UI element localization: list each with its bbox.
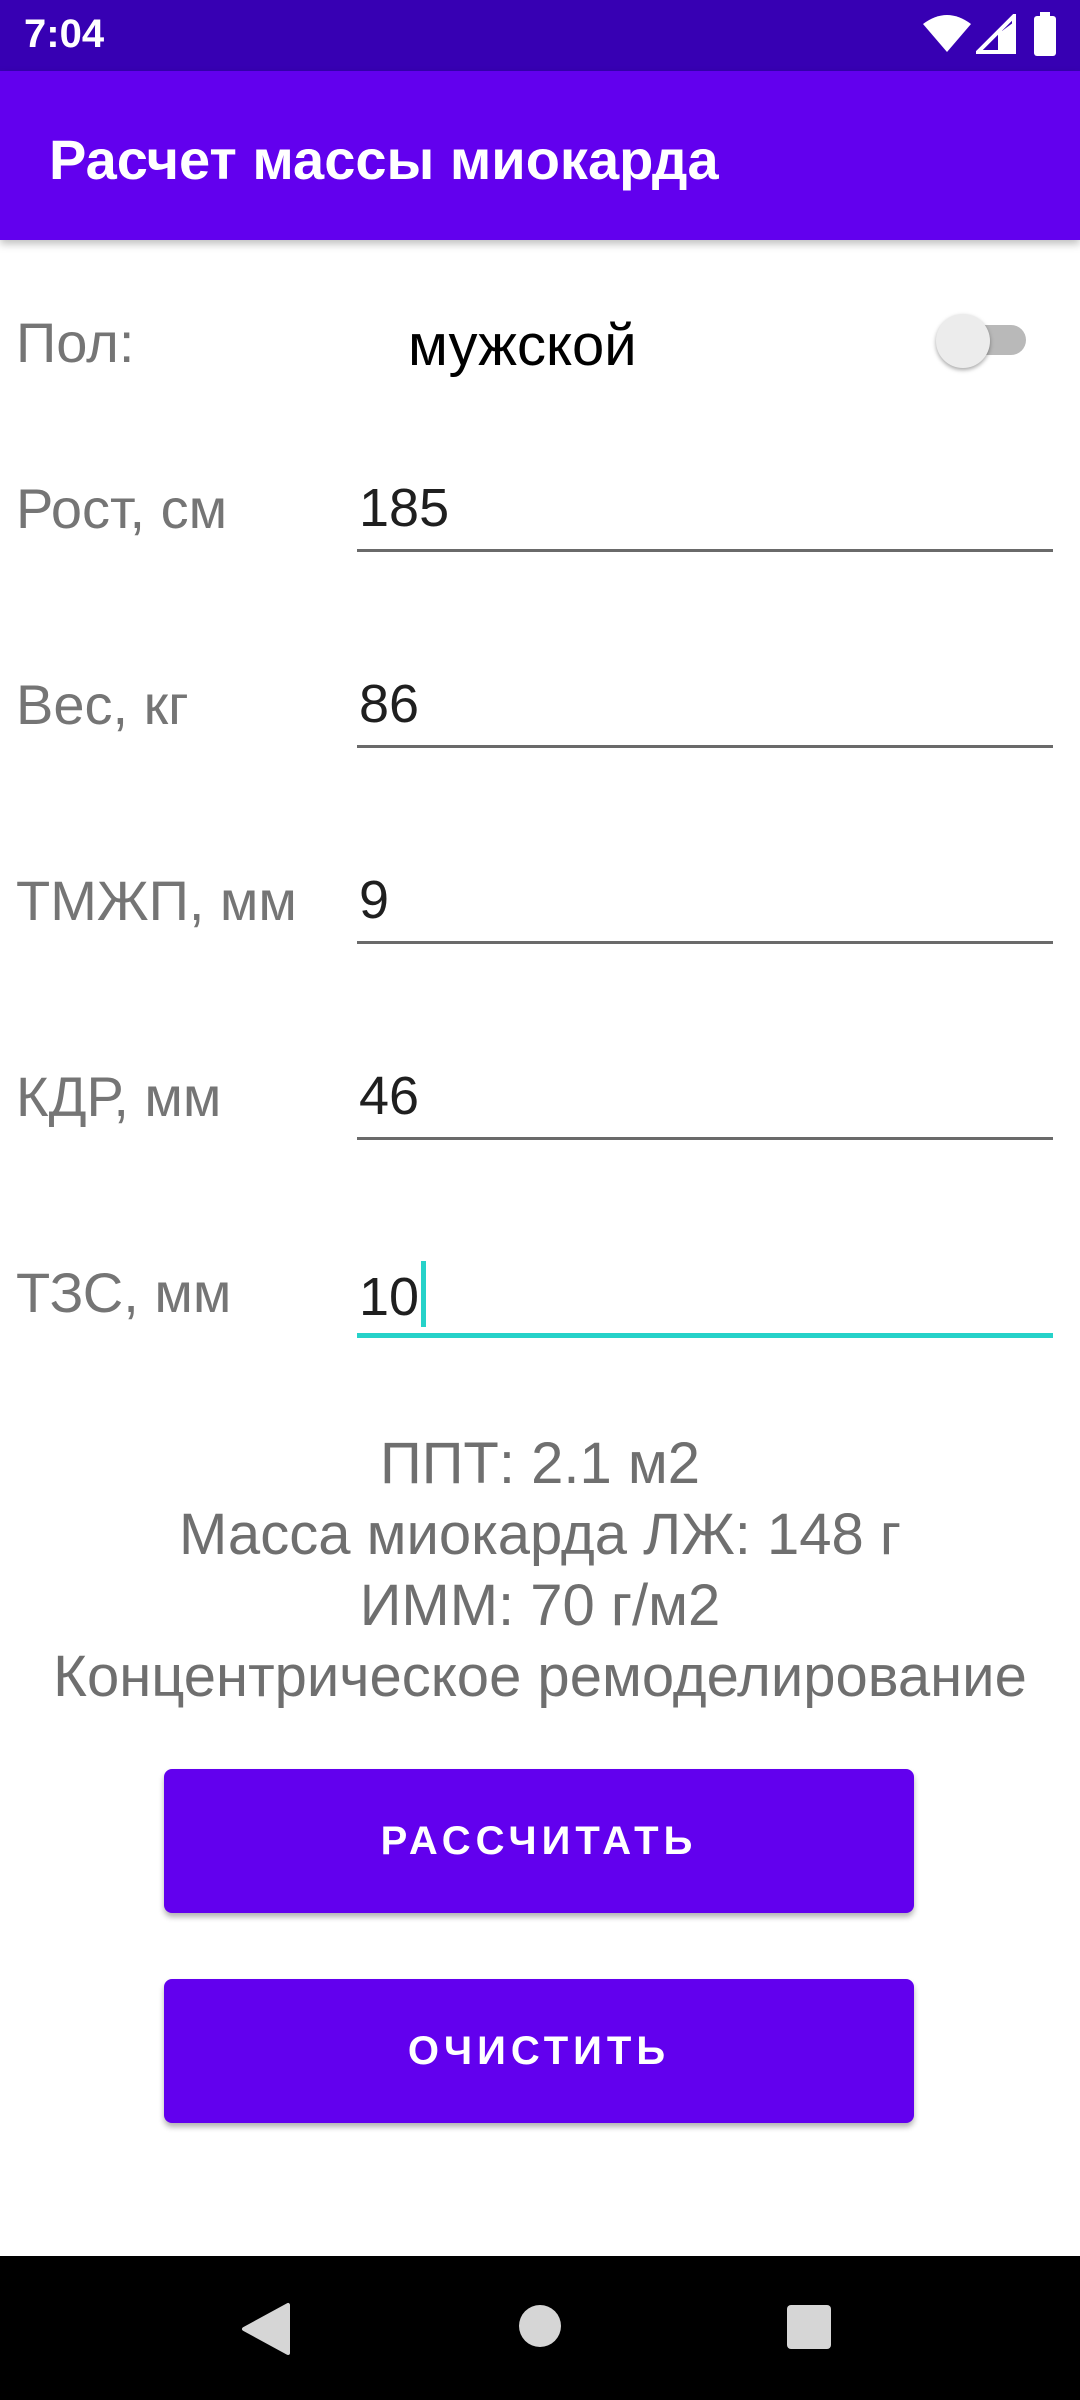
signal-icon <box>976 14 1016 54</box>
edd-label: КДР, мм <box>16 1065 222 1128</box>
weight-value: 86 <box>359 674 420 734</box>
navigation-bar <box>0 2256 1080 2400</box>
wifi-icon <box>923 15 971 52</box>
weight-label: Вес, кг <box>16 673 189 736</box>
result-lv-mass: Масса миокарда ЛЖ: 148 г <box>178 1502 902 1567</box>
pw-label: ТЗС, мм <box>16 1261 232 1324</box>
sex-value: мужской <box>408 313 637 378</box>
height-value: 185 <box>359 478 450 538</box>
pw-value: 10 <box>359 1267 420 1327</box>
ivs-input[interactable]: 9 <box>357 863 1053 944</box>
app-bar: Расчет массы миокарда <box>0 71 1080 240</box>
height-input[interactable]: 185 <box>357 471 1053 552</box>
battery-icon <box>1034 12 1056 56</box>
status-time: 7:04 <box>24 12 105 56</box>
recents-icon[interactable] <box>787 2305 831 2349</box>
text-cursor <box>421 1261 427 1327</box>
ivs-label: ТМЖП, мм <box>16 869 297 932</box>
weight-input[interactable]: 86 <box>357 667 1053 748</box>
result-geometry: Концентрическое ремоделирование <box>53 1644 1027 1709</box>
pw-value-wrap: 10 <box>359 1261 427 1328</box>
clear-button[interactable]: ОЧИСТИТЬ <box>164 1979 914 2123</box>
app-title: Расчет массы миокарда <box>49 128 719 191</box>
back-icon[interactable] <box>240 2301 292 2357</box>
sex-label: Пол: <box>16 311 135 374</box>
result-lvmi: ИММ: 70 г/м2 <box>359 1573 721 1638</box>
edd-value: 46 <box>359 1066 420 1126</box>
ivs-value: 9 <box>359 870 390 930</box>
edd-input[interactable]: 46 <box>357 1059 1053 1140</box>
result-bsa: ППТ: 2.1 м2 <box>380 1431 700 1496</box>
sex-switch[interactable] <box>936 308 1036 372</box>
sex-switch-thumb <box>936 314 990 368</box>
home-icon[interactable] <box>518 2304 562 2348</box>
height-label: Рост, см <box>16 477 228 540</box>
calculate-button[interactable]: РАССЧИТАТЬ <box>164 1769 914 1913</box>
status-bar: 7:04 <box>0 0 1080 71</box>
pw-input[interactable]: 10 <box>357 1255 1053 1338</box>
